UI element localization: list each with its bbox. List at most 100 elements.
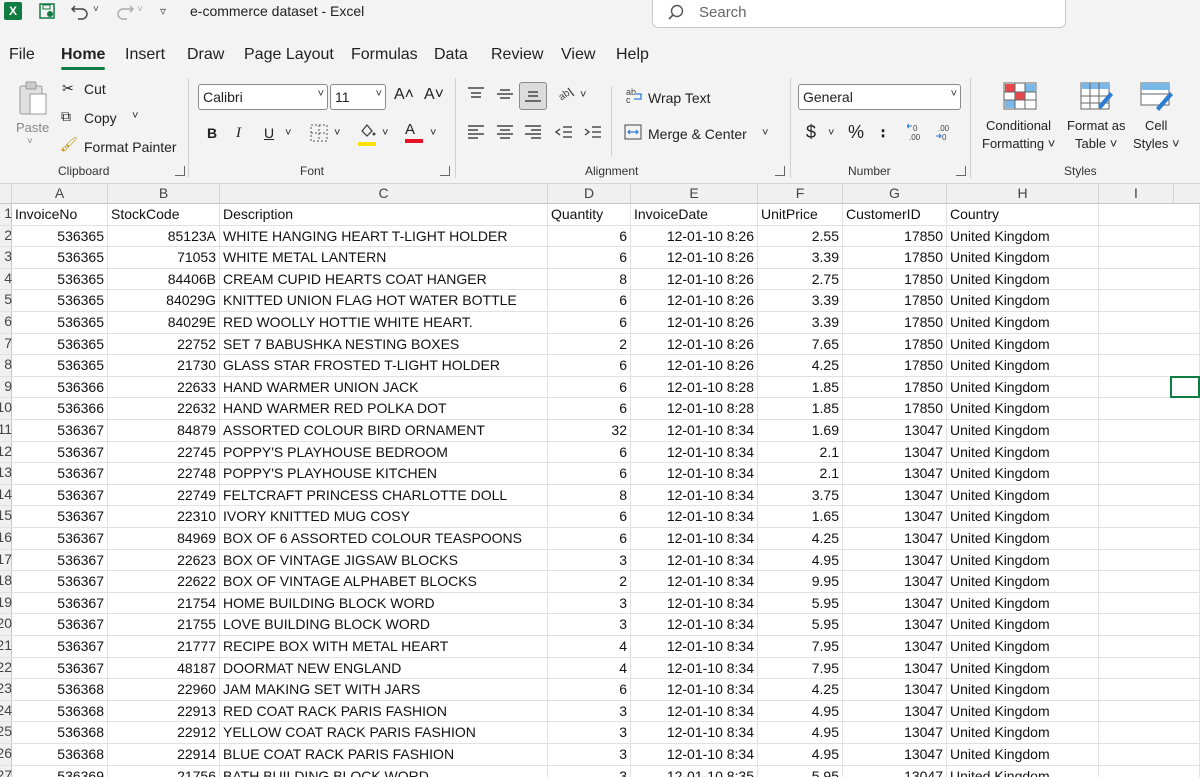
comma-style-button[interactable]: ։ (880, 121, 886, 142)
cell-country[interactable]: United Kingdom (947, 268, 1099, 290)
row-number[interactable]: 2 (0, 227, 12, 243)
header-cell[interactable] (1099, 204, 1200, 225)
cell-invoice-date[interactable]: 12-01-10 8:34 (631, 636, 758, 657)
cell-unit-price[interactable]: 1.85 (758, 398, 843, 420)
cell-quantity[interactable]: 2 (548, 333, 631, 355)
cell-customer-id[interactable]: 13047 (843, 722, 947, 744)
cell-styles-icon[interactable] (1140, 82, 1174, 112)
cell-empty[interactable] (1099, 506, 1200, 528)
cell-description[interactable]: SET 7 BABUSHKA NESTING BOXES (220, 333, 548, 355)
column-header-a[interactable]: A (12, 184, 108, 204)
merge-center-icon[interactable] (624, 124, 642, 143)
cell-customer-id[interactable]: 13047 (843, 679, 947, 701)
cell-empty[interactable] (1099, 636, 1200, 657)
cell-description[interactable]: KNITTED UNION FLAG HOT WATER BOTTLE (220, 290, 548, 312)
row-number[interactable]: 5 (0, 291, 12, 307)
cell-invoice-no[interactable]: 536367 (12, 441, 108, 463)
cell-description[interactable]: HAND WARMER RED POLKA DOT (220, 398, 548, 420)
cell-customer-id[interactable]: 13047 (843, 744, 947, 765)
paste-icon[interactable] (16, 80, 50, 115)
cell-country[interactable]: United Kingdom (947, 636, 1099, 657)
cell-invoice-date[interactable]: 12-01-10 8:34 (631, 441, 758, 463)
column-header-i[interactable]: I (1099, 184, 1174, 204)
cell-description[interactable]: RECIPE BOX WITH METAL HEART (220, 636, 548, 657)
cell-invoice-date[interactable]: 12-01-10 8:34 (631, 614, 758, 636)
cell-description[interactable]: YELLOW COAT RACK PARIS FASHION (220, 722, 548, 744)
cell-unit-price[interactable]: 1.85 (758, 376, 843, 398)
row-number[interactable]: 22 (0, 659, 12, 675)
cell-customer-id[interactable]: 17850 (843, 290, 947, 312)
cell-description[interactable]: CREAM CUPID HEARTS COAT HANGER (220, 268, 548, 290)
row-number[interactable]: 20 (0, 615, 12, 631)
cell-customer-id[interactable]: 13047 (843, 765, 947, 777)
cell-customer-id[interactable]: 13047 (843, 528, 947, 549)
cell-invoice-no[interactable]: 536369 (12, 765, 108, 777)
cell-description[interactable]: FELTCRAFT PRINCESS CHARLOTTE DOLL (220, 484, 548, 506)
orientation-dropdown-icon[interactable]: ˅ (580, 89, 586, 101)
cell-invoice-date[interactable]: 12-01-10 8:26 (631, 333, 758, 355)
tab-view[interactable]: View (561, 46, 595, 64)
cell-customer-id[interactable]: 13047 (843, 657, 947, 679)
row-number[interactable]: 10 (0, 399, 12, 415)
cell-quantity[interactable]: 3 (548, 722, 631, 744)
cell-invoice-no[interactable]: 536367 (12, 657, 108, 679)
cell-quantity[interactable]: 6 (548, 463, 631, 485)
cell-invoice-date[interactable]: 12-01-10 8:28 (631, 398, 758, 420)
align-left-icon[interactable] (467, 124, 485, 143)
cell-stock-code[interactable]: 21756 (108, 765, 220, 777)
orientation-icon[interactable]: ab (556, 84, 576, 105)
cell-unit-price[interactable]: 5.95 (758, 592, 843, 614)
cell-customer-id[interactable]: 17850 (843, 247, 947, 269)
cell-customer-id[interactable]: 13047 (843, 463, 947, 485)
cell-country[interactable]: United Kingdom (947, 744, 1099, 765)
cell-stock-code[interactable]: 22749 (108, 484, 220, 506)
cell-customer-id[interactable]: 13047 (843, 592, 947, 614)
row-number[interactable]: 25 (0, 723, 12, 739)
font-launcher-icon[interactable] (440, 166, 450, 176)
undo-dropdown-icon[interactable]: ˅ (93, 4, 99, 15)
cell-invoice-date[interactable]: 12-01-10 8:34 (631, 679, 758, 701)
cell-quantity[interactable]: 6 (548, 398, 631, 420)
cell-unit-price[interactable]: 4.25 (758, 679, 843, 701)
cell-stock-code[interactable]: 21754 (108, 592, 220, 614)
cell-invoice-date[interactable]: 12-01-10 8:34 (631, 571, 758, 593)
row-number[interactable]: 13 (0, 464, 12, 480)
align-bottom-icon[interactable] (524, 88, 542, 107)
cell-empty[interactable] (1099, 441, 1200, 463)
tab-help[interactable]: Help (616, 46, 649, 64)
save-icon[interactable] (38, 2, 56, 25)
cell-empty[interactable] (1099, 765, 1200, 777)
selected-cell[interactable] (1170, 376, 1200, 398)
cell-stock-code[interactable]: 21777 (108, 636, 220, 657)
cell-empty[interactable] (1099, 549, 1200, 571)
cell-country[interactable]: United Kingdom (947, 441, 1099, 463)
cell-country[interactable]: United Kingdom (947, 679, 1099, 701)
cell-quantity[interactable]: 6 (548, 355, 631, 377)
cell-country[interactable]: United Kingdom (947, 592, 1099, 614)
row-number[interactable]: 8 (0, 356, 12, 372)
column-header-g[interactable]: G (843, 184, 947, 204)
cell-country[interactable]: United Kingdom (947, 376, 1099, 398)
cell-invoice-no[interactable]: 536367 (12, 506, 108, 528)
copy-dropdown-icon[interactable]: ˅ (132, 110, 138, 122)
cell-unit-price[interactable]: 3.39 (758, 312, 843, 333)
cell-customer-id[interactable]: 17850 (843, 355, 947, 377)
cell-invoice-date[interactable]: 12-01-10 8:26 (631, 312, 758, 333)
cell-empty[interactable] (1099, 247, 1200, 269)
increase-font-size-button[interactable]: A˄ (394, 86, 414, 104)
clipboard-launcher-icon[interactable] (175, 166, 185, 176)
cell-customer-id[interactable]: 13047 (843, 636, 947, 657)
cell-stock-code[interactable]: 22623 (108, 549, 220, 571)
cell-quantity[interactable]: 2 (548, 571, 631, 593)
cell-description[interactable]: BOX OF 6 ASSORTED COLOUR TEASPOONS (220, 528, 548, 549)
column-header-c[interactable]: C (220, 184, 548, 204)
cell-country[interactable]: United Kingdom (947, 657, 1099, 679)
cell-description[interactable]: WHITE METAL LANTERN (220, 247, 548, 269)
cell-customer-id[interactable]: 17850 (843, 268, 947, 290)
decrease-font-size-button[interactable]: A˅ (424, 86, 444, 104)
cell-country[interactable]: United Kingdom (947, 333, 1099, 355)
cell-quantity[interactable]: 4 (548, 657, 631, 679)
column-header-e[interactable]: E (631, 184, 758, 204)
header-cell[interactable]: UnitPrice (758, 204, 843, 225)
cell-invoice-no[interactable]: 536366 (12, 376, 108, 398)
